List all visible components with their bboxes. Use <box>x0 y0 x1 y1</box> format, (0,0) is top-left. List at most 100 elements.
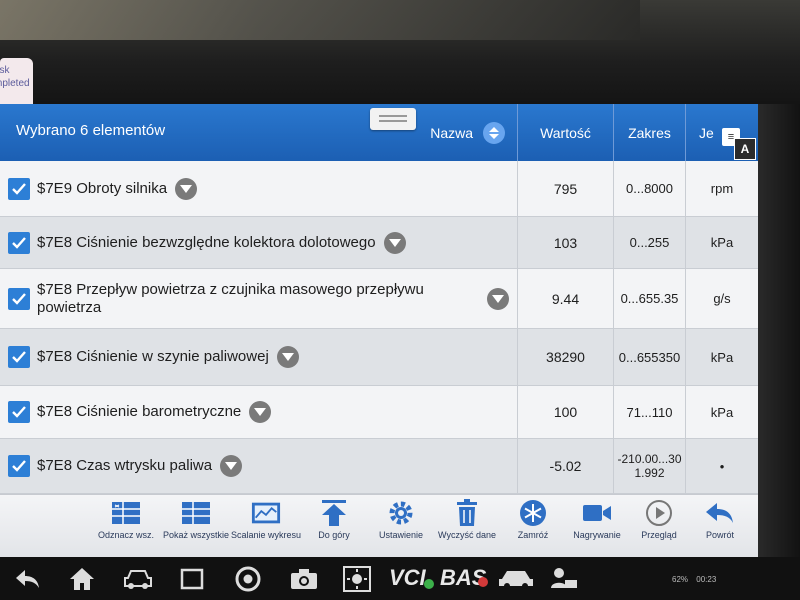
back-icon[interactable] <box>14 565 42 593</box>
show-all-button[interactable]: Pokaż wszystkie <box>156 499 236 540</box>
checkbox[interactable] <box>8 401 30 423</box>
back-button[interactable]: Powrót <box>680 499 758 540</box>
row-label: $7E8 Ciśnienie w szynie paliwowej <box>37 348 269 365</box>
row-range: -210.00...30 1.992 <box>613 439 685 493</box>
chevron-down-icon[interactable] <box>175 177 198 200</box>
row-label: $7E8 Ciśnienie bezwzględne kolektora dol… <box>37 233 376 251</box>
to-top-icon <box>319 499 349 527</box>
back-arrow-icon <box>705 499 735 527</box>
row-name-cell: $7E8 Czas wtrysku paliwa <box>0 439 517 493</box>
trash-icon <box>452 499 482 527</box>
row-value: 9.44 <box>517 269 613 328</box>
video-camera-icon <box>582 499 612 527</box>
chevron-down-icon[interactable] <box>383 231 406 254</box>
camera-icon[interactable] <box>290 565 318 593</box>
column-value-label: Wartość <box>540 124 591 141</box>
table-row[interactable]: $7E8 Przepływ powietrza z czujnika masow… <box>0 269 758 329</box>
selected-count: Wybrano 6 elementów <box>16 122 166 139</box>
deselect-all-icon <box>111 499 141 527</box>
system-navbar: VCI BAS 62% 00:23 <box>0 557 800 600</box>
row-label: $7E8 Ciśnienie barometryczne <box>37 403 242 420</box>
column-value-header: Wartość <box>517 104 613 161</box>
toolbar-label: Pokaż wszystkie <box>162 530 230 540</box>
toolbar-label: Przegląd <box>641 530 677 540</box>
row-name-cell: $7E8 Ciśnienie barometryczne <box>0 386 517 438</box>
settings-gear-icon <box>386 499 416 527</box>
toolbar-label: Zamróź <box>517 530 549 540</box>
column-range-label: Zakres <box>628 124 671 141</box>
toolbar-label: Wyczyść dane <box>438 530 496 540</box>
row-value: 38290 <box>517 329 613 385</box>
chevron-down-icon[interactable] <box>249 401 272 423</box>
merge-chart-icon <box>251 499 281 527</box>
row-unit: kPa <box>685 217 758 268</box>
chevron-down-icon[interactable] <box>276 346 299 368</box>
checkbox[interactable] <box>8 455 30 477</box>
column-unit-label: Je <box>699 124 714 141</box>
play-review-icon <box>644 499 674 527</box>
car-diagnostics-icon[interactable] <box>124 565 152 593</box>
bezel-reflection <box>0 0 640 40</box>
toolbar-label: Powrót <box>705 530 734 540</box>
show-all-icon <box>181 499 211 527</box>
toolbar-label: Nagrywanie <box>573 530 621 540</box>
row-unit: • <box>685 439 758 493</box>
row-range: 0...255 <box>613 217 685 268</box>
bas-error-icon <box>478 577 488 587</box>
table-row[interactable]: $7E8 Ciśnienie barometryczne 100 71...11… <box>0 386 758 439</box>
home-icon[interactable] <box>68 565 96 593</box>
row-label: $7E8 Czas wtrysku paliwa <box>37 457 213 474</box>
user-vehicle-icon[interactable] <box>550 565 578 593</box>
vci-status[interactable]: VCI <box>389 565 426 591</box>
checkbox[interactable] <box>8 177 30 200</box>
vehicle-icon[interactable] <box>498 565 534 593</box>
vci-connected-icon <box>424 579 434 589</box>
toolbar-label: Do góry <box>318 530 350 540</box>
row-unit: kPa <box>685 329 758 385</box>
row-label: $7E9 Obroty silnika <box>37 179 168 197</box>
table-row[interactable]: $7E8 Ciśnienie bezwzględne kolektora dol… <box>0 217 758 269</box>
row-name-cell: $7E8 Ciśnienie bezwzględne kolektora dol… <box>0 217 517 268</box>
column-name-label: Nazwa <box>430 124 473 141</box>
toolbar-label: Odznacz wsz. <box>97 530 155 540</box>
bottom-toolbar: Odznacz wsz. Pokaż wszystkie Scalanie wy… <box>0 494 758 557</box>
row-value: 795 <box>517 161 613 216</box>
brightness-icon[interactable] <box>343 565 371 593</box>
checkbox[interactable] <box>8 231 30 254</box>
table-row[interactable]: $7E8 Ciśnienie w szynie paliwowej 38290 … <box>0 329 758 386</box>
sort-icon[interactable] <box>483 121 505 144</box>
chevron-down-icon[interactable] <box>487 287 509 310</box>
row-range: 0...655350 <box>613 329 685 385</box>
row-value: 100 <box>517 386 613 438</box>
checkbox[interactable] <box>8 346 30 368</box>
toolbar-label: Scalanie wykresu <box>230 530 302 540</box>
checkbox[interactable] <box>8 287 30 310</box>
toolbar-label: Ustawienie <box>378 530 424 540</box>
table-row[interactable]: $7E9 Obroty silnika 795 0...8000 rpm <box>0 161 758 217</box>
sticker-line-2: mpleted <box>0 78 30 89</box>
chrome-icon[interactable] <box>234 565 262 593</box>
column-name-header[interactable]: Nazwa <box>400 104 517 161</box>
chevron-down-icon[interactable] <box>220 455 243 477</box>
row-range: 0...8000 <box>613 161 685 216</box>
row-range: 0...655.35 <box>613 269 685 328</box>
status-tray: 62% 00:23 <box>672 575 716 584</box>
row-name-cell: $7E9 Obroty silnika <box>0 161 517 216</box>
device-bezel <box>0 0 800 104</box>
recent-apps-icon[interactable] <box>178 565 206 593</box>
row-value: 103 <box>517 217 613 268</box>
row-unit: kPa <box>685 386 758 438</box>
row-unit: rpm <box>685 161 758 216</box>
clock-time: 00:23 <box>696 575 717 584</box>
freeze-snowflake-icon <box>518 499 548 527</box>
table-row[interactable]: $7E8 Czas wtrysku paliwa -5.02 -210.00..… <box>0 439 758 494</box>
row-range: 71...110 <box>613 386 685 438</box>
translate-icon[interactable]: ≡ A <box>718 126 756 160</box>
row-name-cell: $7E8 Ciśnienie w szynie paliwowej <box>0 329 517 385</box>
row-name-cell: $7E8 Przepływ powietrza z czujnika masow… <box>0 269 517 328</box>
row-unit: g/s <box>685 269 758 328</box>
data-table: $7E9 Obroty silnika 795 0...8000 rpm $7E… <box>0 161 758 494</box>
device-right-bezel <box>758 104 800 557</box>
deselect-all-button[interactable]: Odznacz wsz. <box>86 499 166 540</box>
row-label: $7E8 Przepływ powietrza z czujnika masow… <box>37 280 424 316</box>
